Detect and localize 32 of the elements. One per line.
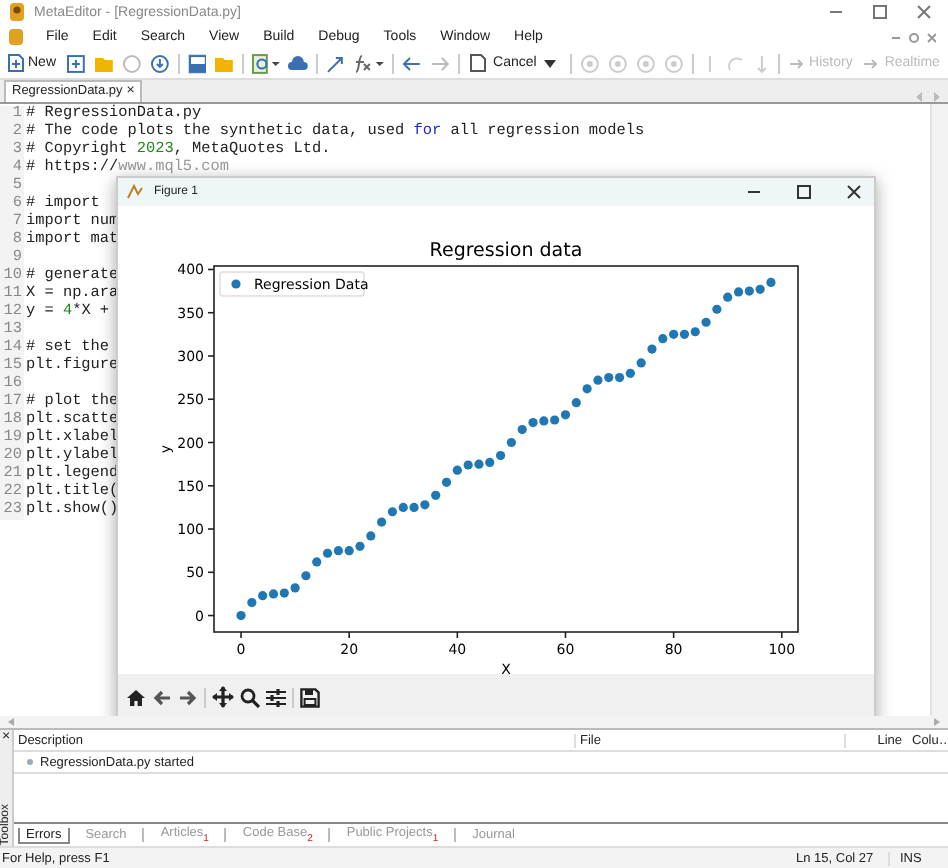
chart-title: Regression data [429, 239, 583, 262]
add-file-icon[interactable] [66, 53, 86, 74]
compile-icon[interactable] [326, 53, 346, 74]
new-file-icon [8, 54, 24, 73]
scrollbar[interactable] [930, 103, 948, 717]
app-icon [8, 28, 24, 47]
data-point [506, 437, 516, 447]
close-icon[interactable] [846, 183, 862, 200]
function-icon[interactable] [353, 53, 384, 74]
document-icon [469, 54, 486, 73]
home-icon[interactable] [126, 687, 146, 708]
legend-marker [231, 279, 241, 289]
figure-icon [126, 182, 144, 201]
window-controls-icon[interactable] [892, 31, 936, 44]
save-icon[interactable] [300, 687, 320, 708]
move-icon[interactable] [212, 686, 234, 709]
data-point [236, 610, 246, 620]
download-icon[interactable] [149, 53, 170, 74]
caret-icon [544, 59, 557, 68]
info-icon [26, 758, 34, 767]
app-icon [8, 2, 26, 23]
arrow-icon [864, 57, 881, 70]
panel-icon[interactable] [187, 53, 207, 74]
cloud-icon[interactable] [288, 53, 309, 74]
arrow-icon [789, 57, 806, 70]
back-arrow-icon[interactable] [401, 53, 422, 74]
maximize-icon[interactable] [796, 183, 812, 200]
zoom-icon[interactable] [240, 687, 260, 708]
search-icon[interactable] [252, 53, 281, 74]
back-arrow-icon[interactable] [152, 687, 172, 708]
forward-arrow-icon[interactable] [178, 687, 198, 708]
sliders-icon[interactable] [266, 687, 286, 708]
